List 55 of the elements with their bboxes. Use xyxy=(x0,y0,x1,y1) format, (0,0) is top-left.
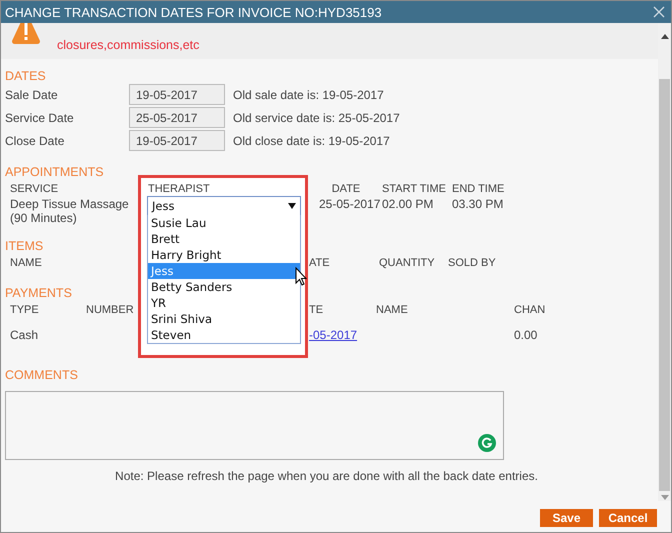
date-field[interactable]: 25-05-2017 xyxy=(129,107,225,128)
section-heading: PAYMENTS xyxy=(5,286,72,300)
date-cell-text: 25-05-2017 xyxy=(319,197,382,211)
dropdown-option[interactable]: Susie Lau xyxy=(148,215,300,231)
column-header: SOLD BY xyxy=(448,257,497,269)
column-header: SERVICE xyxy=(10,183,60,195)
column-header: ATE xyxy=(309,257,331,269)
dropdown-option[interactable]: YR xyxy=(148,295,300,311)
time-cell-text: 03.30 PM xyxy=(452,197,504,211)
column-header: TE xyxy=(309,304,324,316)
date-field[interactable]: 19-05-2017 xyxy=(129,84,225,105)
column-header: CHAN xyxy=(514,304,546,316)
field-label: Sale Date xyxy=(5,88,59,102)
payment-type: Cash xyxy=(10,328,40,342)
column-header: NAME xyxy=(376,304,409,316)
date-field[interactable]: 19-05-2017 xyxy=(129,130,225,151)
column-header: DATE xyxy=(330,183,362,195)
scroll-down-icon[interactable] xyxy=(660,495,668,501)
warning-text: closures,commissions,etc xyxy=(57,38,200,52)
column-header: NUMBER xyxy=(86,304,135,316)
old-date-note: Old sale date is: 19-05-2017 xyxy=(233,88,384,102)
close-icon[interactable] xyxy=(653,6,665,18)
field-label: Close Date xyxy=(5,134,66,148)
scrollbar[interactable] xyxy=(658,23,671,501)
window-title: CHANGE TRANSACTION DATES FOR INVOICE NO:HYD35193 xyxy=(5,4,382,20)
section-heading: COMMENTS xyxy=(5,368,78,382)
date-link[interactable]: -05-2017 xyxy=(309,328,358,342)
dropdown-option[interactable]: Harry Bright xyxy=(148,247,300,263)
therapist-select[interactable]: Jess xyxy=(147,196,301,216)
dropdown-arrow-icon xyxy=(288,203,296,209)
comments-field[interactable] xyxy=(5,391,504,460)
warning-icon xyxy=(11,23,41,45)
column-header: START TIME xyxy=(382,183,447,195)
old-date-note: Old close date is: 19-05-2017 xyxy=(233,134,390,148)
dropdown-option[interactable]: Steven xyxy=(148,327,300,343)
column-header: QUANTITY xyxy=(379,257,436,269)
dropdown-option[interactable]: Betty Sanders xyxy=(148,279,300,295)
column-header: NAME xyxy=(10,257,43,269)
service-name: Deep Tissue Massage (90 Minutes) xyxy=(10,197,130,225)
dropdown-option[interactable]: Brett xyxy=(148,231,300,247)
section-heading: ITEMS xyxy=(5,239,44,253)
dropdown-option[interactable]: Srini Shiva xyxy=(148,311,300,327)
scroll-up-icon[interactable] xyxy=(660,33,668,39)
column-header: TYPE xyxy=(10,304,40,316)
column-header: END TIME xyxy=(452,183,506,195)
time-cell-text: 02.00 PM xyxy=(382,197,434,211)
save-button[interactable]: Save xyxy=(540,509,593,527)
note-text: Note: Please refresh the page when you are done with all the back date entries. xyxy=(114,469,539,483)
old-date-note: Old service date is: 25-05-2017 xyxy=(233,110,400,124)
cancel-button[interactable]: Cancel xyxy=(599,509,657,527)
section-heading: APPOINTMENTS xyxy=(5,165,104,179)
column-header: THERAPIST xyxy=(148,183,210,195)
section-heading: DATES xyxy=(5,69,46,83)
field-label: Service Date xyxy=(5,110,75,124)
amount-cell-text: 0.00 xyxy=(514,328,538,342)
